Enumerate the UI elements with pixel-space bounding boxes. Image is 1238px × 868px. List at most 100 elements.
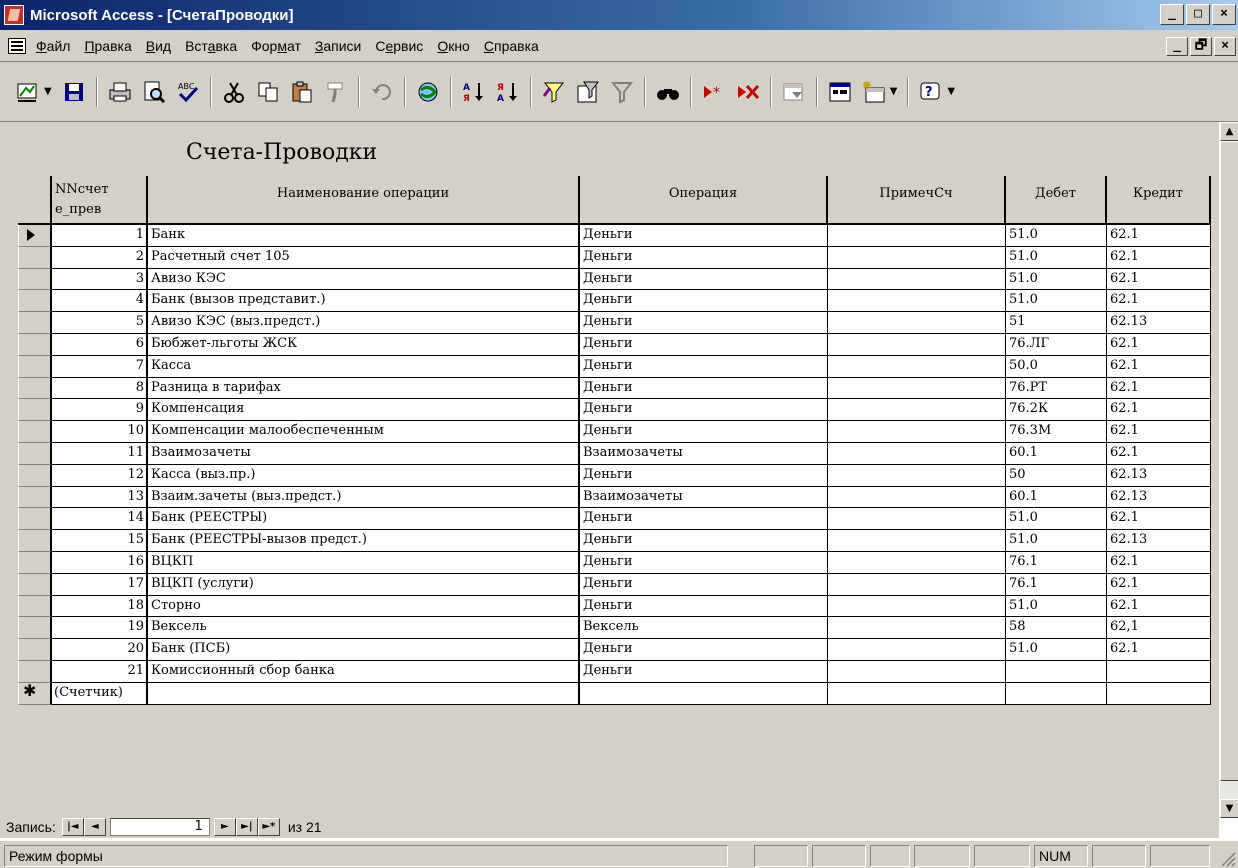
credit-field[interactable]: 62.1 xyxy=(1107,551,1211,574)
operation-name-field[interactable]: Расчетный счет 105 xyxy=(148,246,580,269)
properties-icon[interactable] xyxy=(782,80,806,104)
table-row[interactable]: 16 ВЦКП Деньги 76.1 62.1 xyxy=(18,551,1211,574)
debit-field[interactable]: 60.1 xyxy=(1006,486,1107,509)
save-icon[interactable] xyxy=(62,80,86,104)
credit-field[interactable]: 62.1 xyxy=(1107,333,1211,356)
record-selector[interactable] xyxy=(18,660,52,683)
debit-field[interactable]: 76.РТ xyxy=(1006,377,1107,400)
credit-field[interactable]: 62.13 xyxy=(1107,530,1211,552)
access-app-icon[interactable] xyxy=(4,5,24,25)
new-record-note-field[interactable] xyxy=(828,682,1006,705)
record-selector[interactable] xyxy=(18,464,52,487)
debit-field[interactable]: 51.0 xyxy=(1006,508,1107,531)
account-number-field[interactable]: 12 xyxy=(52,464,148,487)
table-row[interactable]: 1 Банк Деньги 51.0 62.1 xyxy=(18,225,1211,247)
table-row[interactable]: 7 Касса Деньги 50.0 62.1 xyxy=(18,355,1211,378)
operation-field[interactable]: Деньги xyxy=(580,312,828,334)
filter-by-selection-icon[interactable] xyxy=(542,80,566,104)
table-row[interactable]: 11 Взаимозачеты Взаимозачеты 60.1 62.1 xyxy=(18,442,1211,465)
scroll-thumb[interactable] xyxy=(1220,141,1238,781)
credit-field[interactable]: 62.13 xyxy=(1107,486,1211,509)
operation-field[interactable]: Деньги xyxy=(580,551,828,574)
sort-descending-icon[interactable]: ЯA xyxy=(496,80,520,104)
apply-filter-icon[interactable] xyxy=(610,80,634,104)
database-window-icon[interactable] xyxy=(828,80,852,104)
operation-name-field[interactable]: Комиссионный сбор банка xyxy=(148,660,580,683)
new-record-operation-field[interactable] xyxy=(580,682,828,705)
debit-field[interactable]: 51.0 xyxy=(1006,246,1107,269)
note-field[interactable] xyxy=(828,508,1006,531)
credit-field[interactable]: 62.1 xyxy=(1107,246,1211,269)
table-row[interactable]: 3 Авизо КЭС Деньги 51.0 62.1 xyxy=(18,268,1211,291)
note-field[interactable] xyxy=(828,660,1006,683)
record-selector[interactable] xyxy=(18,312,52,334)
mdi-restore-button[interactable]: 🗗 xyxy=(1190,37,1212,56)
debit-field[interactable]: 51.0 xyxy=(1006,595,1107,618)
operation-field[interactable]: Деньги xyxy=(580,268,828,291)
record-selector[interactable] xyxy=(18,530,52,552)
account-number-field[interactable]: 6 xyxy=(52,333,148,356)
record-selector[interactable] xyxy=(18,442,52,465)
operation-name-field[interactable]: Авизо КЭС (выз.предст.) xyxy=(148,312,580,334)
note-field[interactable] xyxy=(828,530,1006,552)
record-selector[interactable] xyxy=(18,486,52,509)
view-design-icon[interactable] xyxy=(16,80,40,104)
new-record-name-field[interactable] xyxy=(148,682,580,705)
note-field[interactable] xyxy=(828,225,1006,247)
maximize-button[interactable]: □ xyxy=(1186,4,1210,25)
menu-window[interactable]: Окно xyxy=(437,38,470,54)
record-selector[interactable] xyxy=(18,508,52,531)
table-row[interactable]: 9 Компенсация Деньги 76.2К 62.1 xyxy=(18,399,1211,422)
note-field[interactable] xyxy=(828,377,1006,400)
operation-name-field[interactable]: Банк (вызов представит.) xyxy=(148,290,580,313)
note-field[interactable] xyxy=(828,355,1006,378)
note-field[interactable] xyxy=(828,639,1006,661)
table-row[interactable]: 21 Комиссионный сбор банка Деньги xyxy=(18,660,1211,683)
undo-icon[interactable] xyxy=(370,80,394,104)
operation-name-field[interactable]: Разница в тарифах xyxy=(148,377,580,400)
operation-field[interactable]: Вексель xyxy=(580,617,828,640)
note-field[interactable] xyxy=(828,442,1006,465)
note-field[interactable] xyxy=(828,421,1006,443)
record-selector[interactable] xyxy=(18,617,52,640)
note-field[interactable] xyxy=(828,290,1006,313)
first-record-button[interactable]: |◄ xyxy=(61,818,84,836)
credit-field[interactable]: 62.1 xyxy=(1107,225,1211,247)
table-row[interactable]: 2 Расчетный счет 105 Деньги 51.0 62.1 xyxy=(18,246,1211,269)
table-row[interactable]: 6 Бюбжет-льготы ЖСК Деньги 76.ЛГ 62.1 xyxy=(18,333,1211,356)
account-number-field[interactable]: 10 xyxy=(52,421,148,443)
new-record-num-field[interactable]: (Счетчик) xyxy=(52,682,148,705)
scroll-down-icon[interactable]: ▼ xyxy=(1220,799,1238,818)
account-number-field[interactable]: 11 xyxy=(52,442,148,465)
note-field[interactable] xyxy=(828,333,1006,356)
debit-field[interactable]: 76.1 xyxy=(1006,573,1107,596)
credit-field[interactable]: 62.13 xyxy=(1107,312,1211,334)
credit-field[interactable]: 62.1 xyxy=(1107,595,1211,618)
account-number-field[interactable]: 19 xyxy=(52,617,148,640)
new-object-icon[interactable] xyxy=(862,80,886,104)
record-selector[interactable]: ✱ xyxy=(18,682,52,705)
operation-field[interactable]: Взаимозачеты xyxy=(580,442,828,465)
operation-name-field[interactable]: Взаимозачеты xyxy=(148,442,580,465)
filter-by-form-icon[interactable] xyxy=(576,80,600,104)
note-field[interactable] xyxy=(828,399,1006,422)
note-field[interactable] xyxy=(828,573,1006,596)
account-number-field[interactable]: 13 xyxy=(52,486,148,509)
minimize-button[interactable]: _ xyxy=(1160,4,1184,25)
record-selector[interactable] xyxy=(18,399,52,422)
table-row[interactable]: 5 Авизо КЭС (выз.предст.) Деньги 51 62.13 xyxy=(18,312,1211,334)
debit-field[interactable]: 50 xyxy=(1006,464,1107,487)
note-field[interactable] xyxy=(828,268,1006,291)
operation-name-field[interactable]: Компенсации малообеспеченным xyxy=(148,421,580,443)
menu-file[interactable]: Файл xyxy=(36,38,70,54)
operation-name-field[interactable]: Вексель xyxy=(148,617,580,640)
table-row[interactable]: 20 Банк (ПСБ) Деньги 51.0 62.1 xyxy=(18,639,1211,661)
operation-name-field[interactable]: Касса xyxy=(148,355,580,378)
account-number-field[interactable]: 4 xyxy=(52,290,148,313)
operation-field[interactable]: Деньги xyxy=(580,639,828,661)
note-field[interactable] xyxy=(828,312,1006,334)
operation-field[interactable]: Взаимозачеты xyxy=(580,486,828,509)
operation-name-field[interactable]: Банк (РЕЕСТРЫ) xyxy=(148,508,580,531)
new-record-nav-button[interactable]: ►* xyxy=(257,818,280,836)
debit-field[interactable]: 76.2К xyxy=(1006,399,1107,422)
